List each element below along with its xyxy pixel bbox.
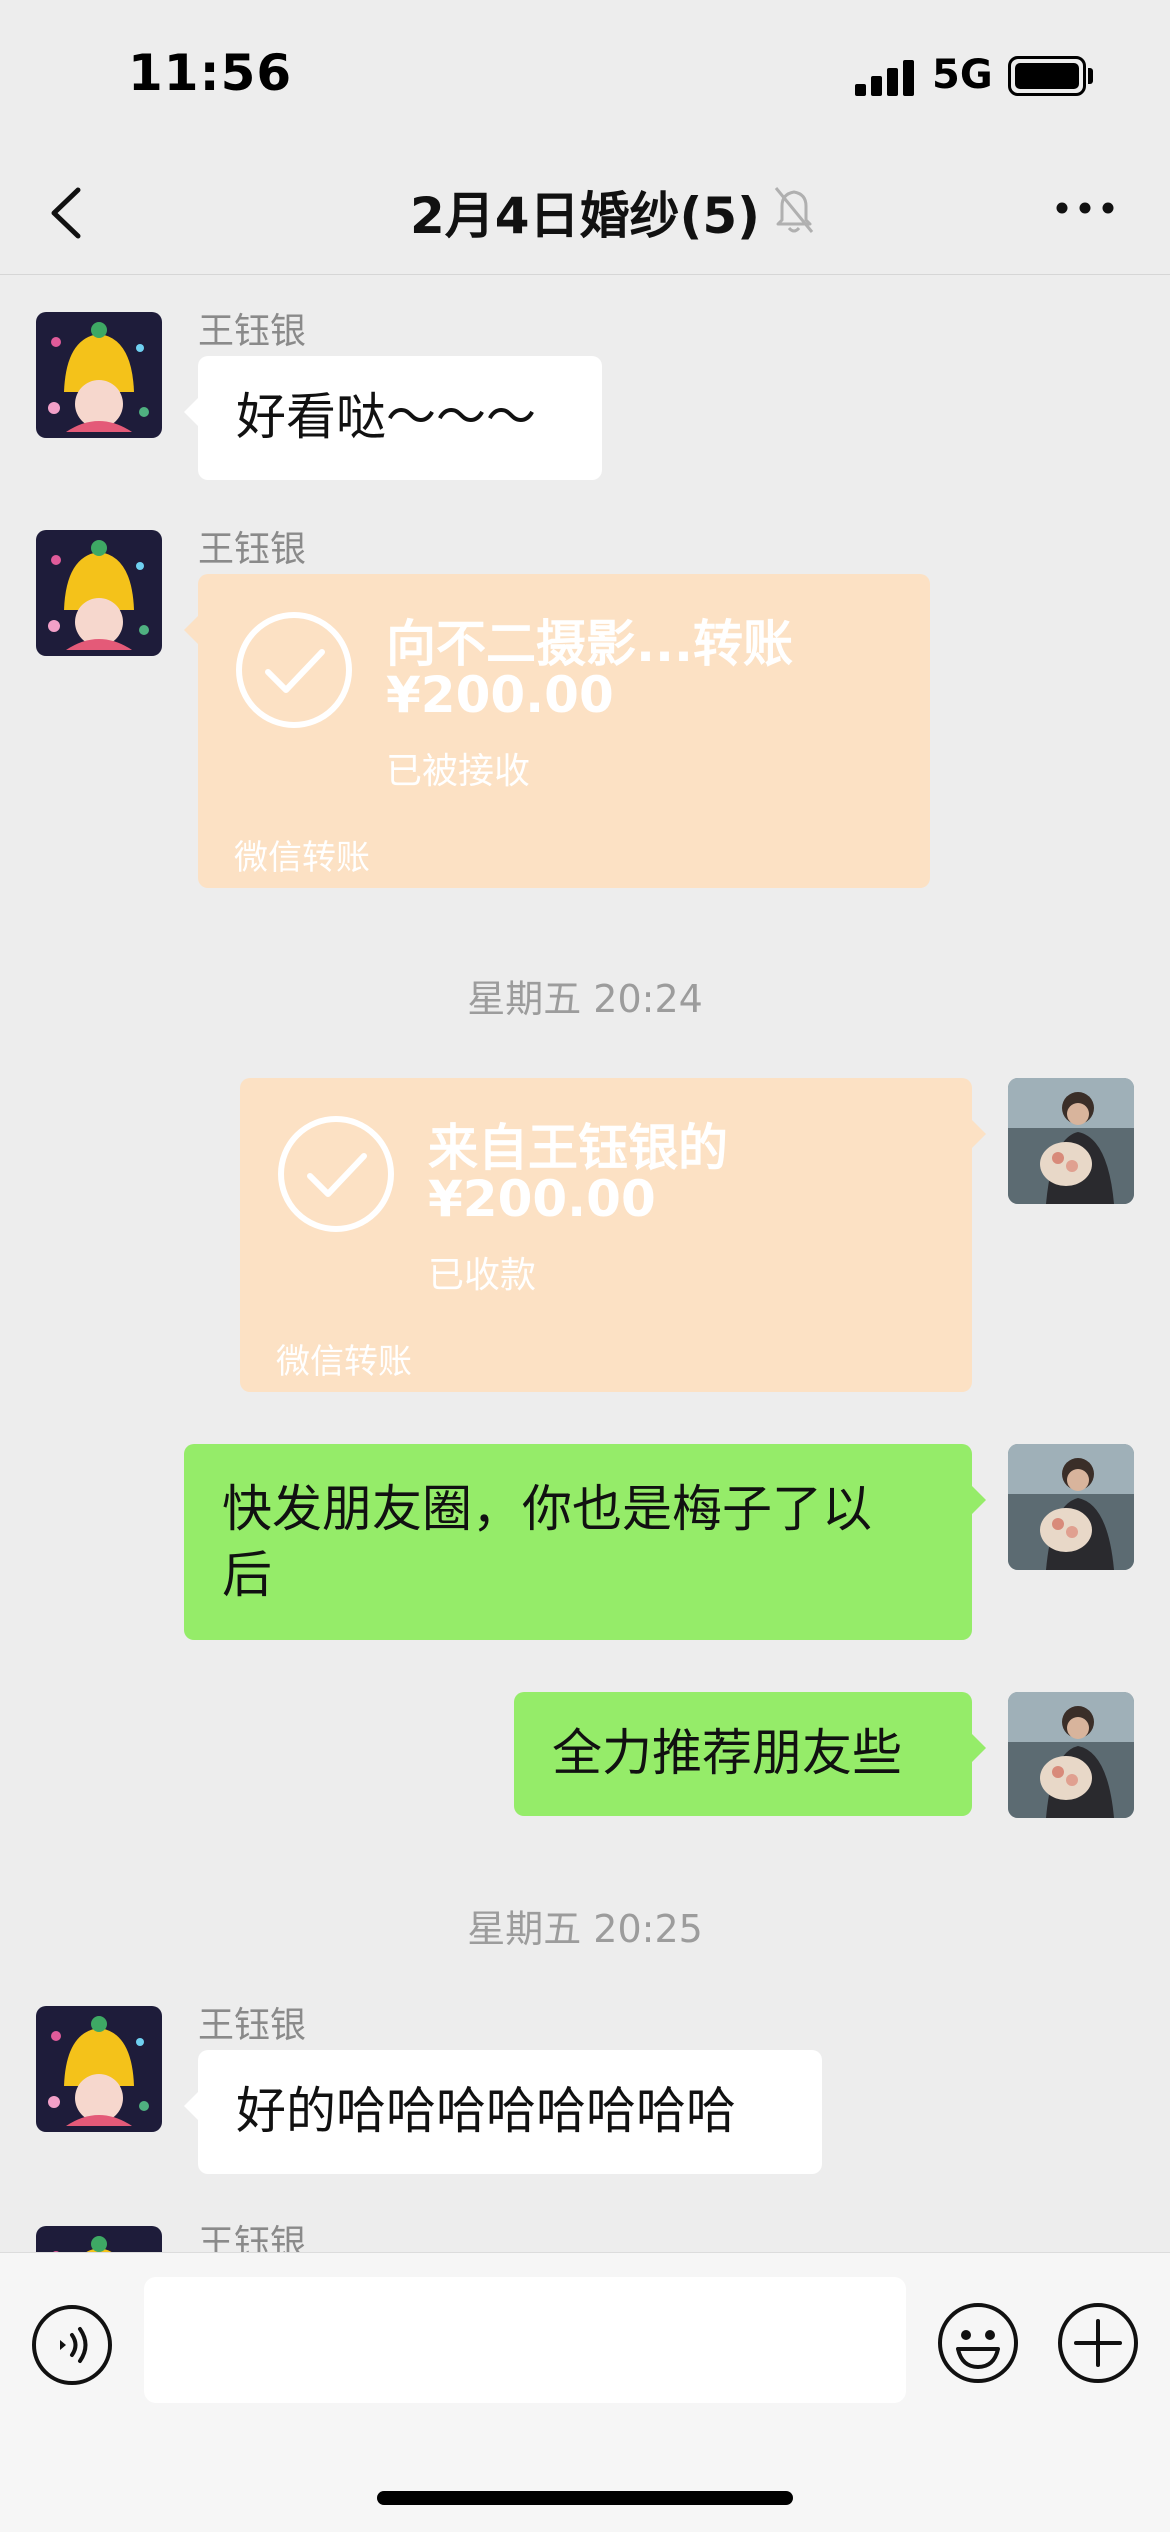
input-bar	[0, 2252, 1170, 2532]
sender-name: 王钰银	[198, 2005, 307, 2046]
avatar[interactable]	[36, 2006, 162, 2132]
avatar[interactable]	[1008, 1692, 1134, 1818]
sender-name: 王钰银	[198, 311, 307, 352]
transfer-footer: 微信转账	[276, 1342, 412, 1382]
check-circle-icon	[236, 612, 352, 728]
message-text: 全力推荐朋友些	[552, 1724, 902, 1782]
avatar[interactable]	[36, 530, 162, 656]
transfer-amount: ¥200.00	[386, 666, 614, 724]
avatar[interactable]	[36, 312, 162, 438]
transfer-footer: 微信转账	[234, 838, 370, 878]
transfer-card[interactable]: 向不二摄影...转账 ¥200.00 已被接收 微信转账	[184, 574, 930, 888]
nav-bar: 2月4日婚纱(5)	[0, 150, 1170, 275]
message-bubble[interactable]: 全力推荐朋友些	[514, 1692, 986, 1816]
message-bubble[interactable]: 好看哒～～～	[184, 356, 602, 480]
avatar[interactable]	[1008, 1078, 1134, 1204]
transfer-status: 已收款	[428, 1255, 537, 1296]
bell-slash-icon	[774, 187, 814, 233]
battery-tip	[1088, 68, 1093, 84]
transfer-amount: ¥200.00	[428, 1170, 656, 1228]
avatar[interactable]	[1008, 1444, 1134, 1570]
status-time: 11:56	[128, 44, 293, 102]
transfer-card[interactable]: 来自王钰银的 ¥200.00 已收款 微信转账	[240, 1078, 986, 1392]
message-text-line: 后	[222, 1546, 272, 1604]
message-input[interactable]	[144, 2277, 906, 2403]
emoji-icon[interactable]	[936, 2301, 1020, 2385]
timestamp: 星期五 20:24	[467, 977, 703, 1021]
status-bar: 11:56 5G	[0, 0, 1170, 150]
message-text-line: 快发朋友圈，你也是梅子了以	[222, 1480, 872, 1538]
network-type: 5G	[932, 52, 993, 98]
signal-bars-icon	[855, 60, 915, 96]
battery-full-icon	[1008, 56, 1086, 96]
transfer-status: 已被接收	[386, 751, 531, 792]
message-text: 好的哈哈哈哈哈哈哈哈	[236, 2082, 736, 2140]
message-bubble[interactable]: 好的哈哈哈哈哈哈哈哈	[184, 2050, 822, 2174]
check-circle-icon	[278, 1116, 394, 1232]
chat-screen: 11:56 5G 2月4日婚纱(5) 王钰银 好看哒～～～ 王钰银 向不二摄影.…	[0, 0, 1170, 2532]
message-bubble[interactable]: 快发朋友圈，你也是梅子了以 后	[184, 1444, 986, 1640]
message-text: 好看哒～～～	[236, 388, 536, 446]
plus-circle-icon[interactable]	[1056, 2301, 1140, 2385]
home-indicator	[377, 2491, 793, 2505]
chat-title: 2月4日婚纱(5)	[409, 187, 761, 245]
timestamp: 星期五 20:25	[467, 1907, 703, 1951]
ellipsis-icon[interactable]	[1050, 188, 1120, 228]
voice-input-icon[interactable]	[30, 2303, 114, 2387]
sender-name: 王钰银	[198, 529, 307, 570]
